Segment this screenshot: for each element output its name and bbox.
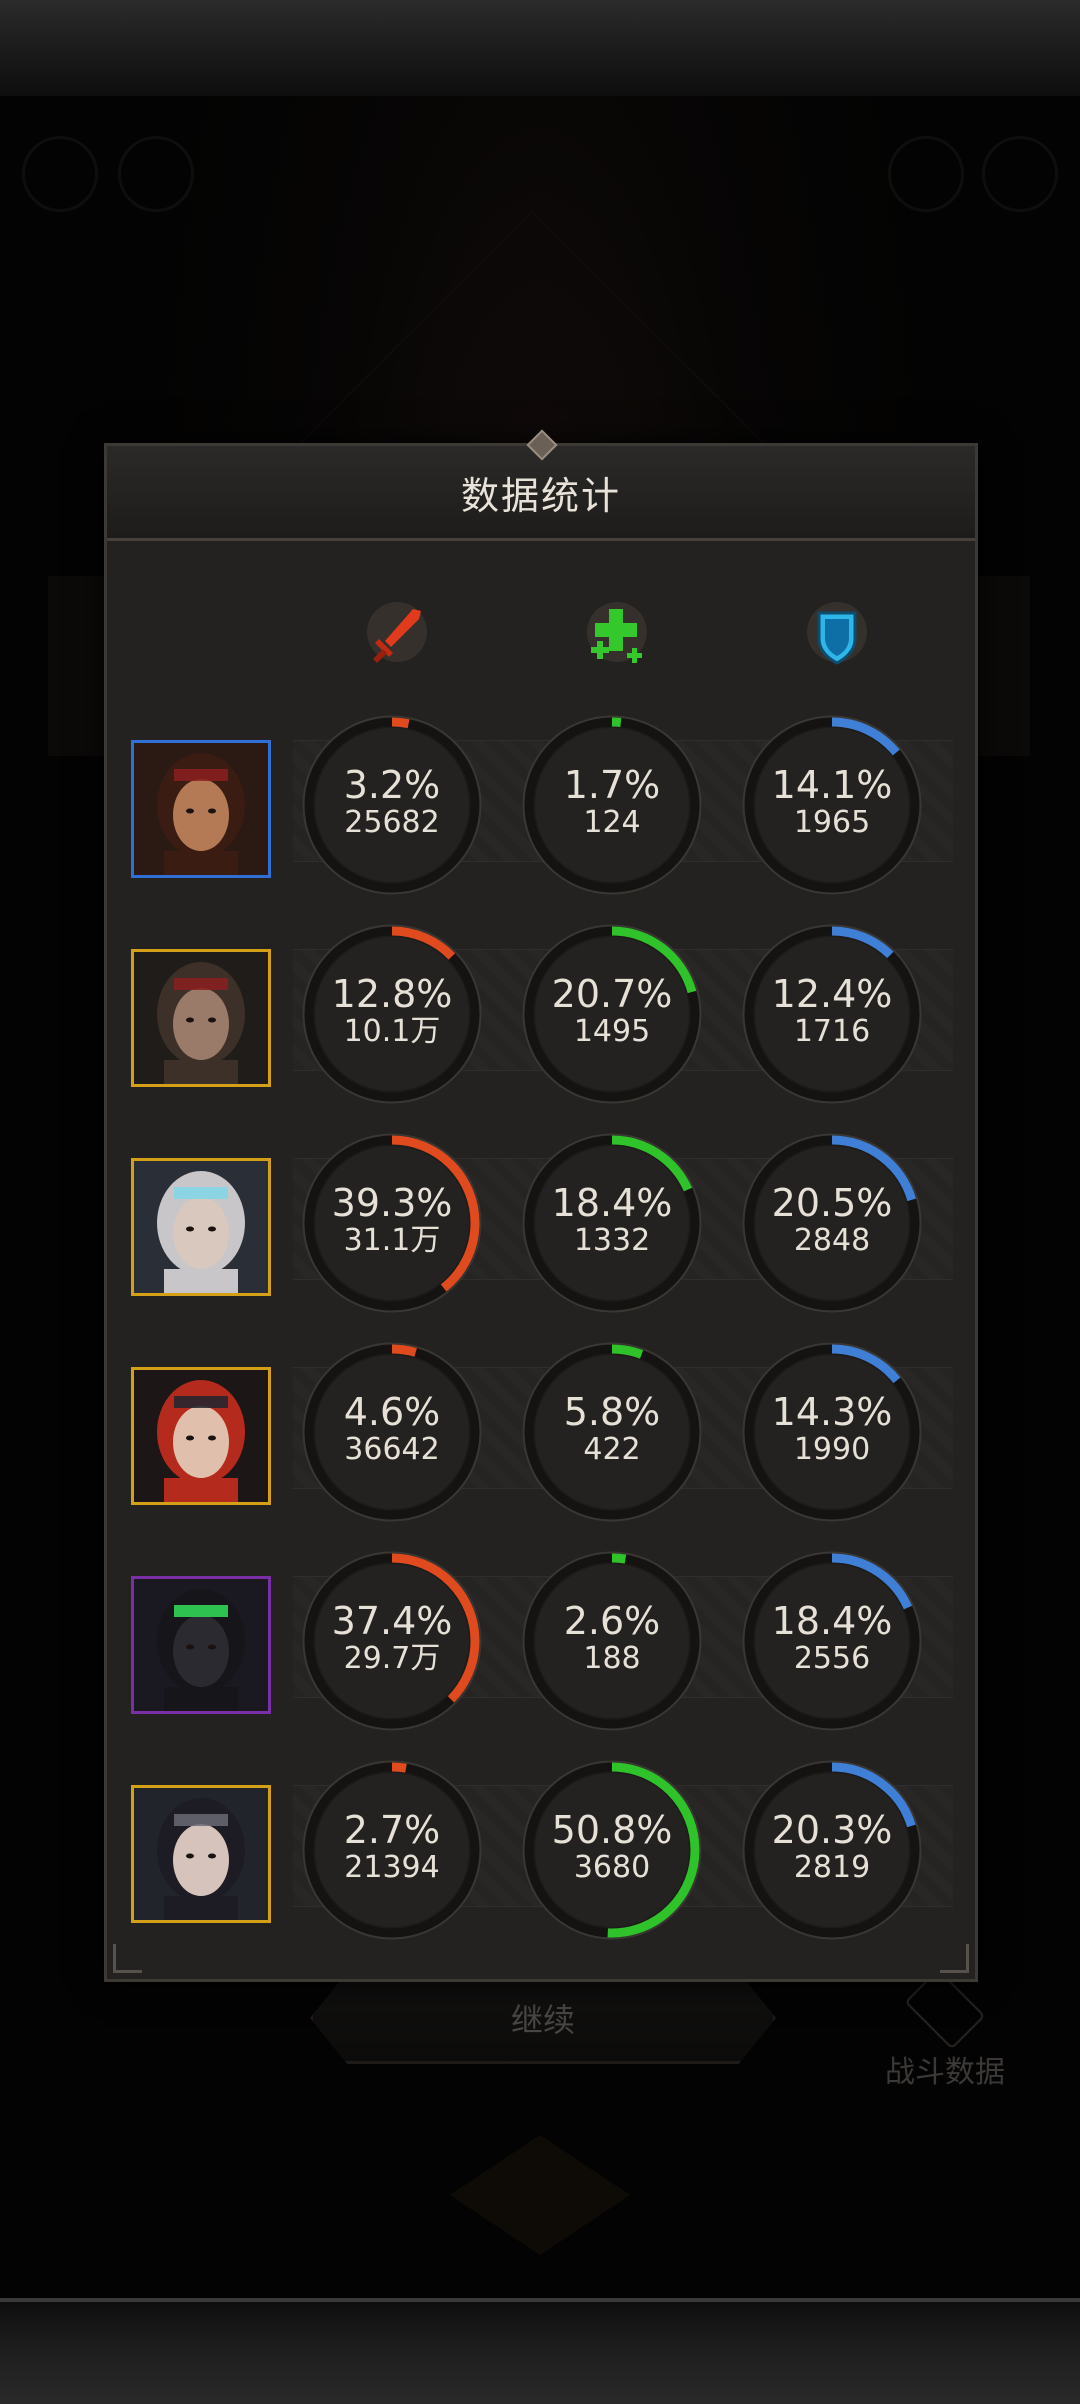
- damage-value: 29.7万: [343, 1641, 441, 1676]
- portrait-art: [134, 1161, 268, 1293]
- shield-stat-ring: 14.1% 1965: [741, 714, 923, 896]
- heal-value: 1495: [573, 1014, 651, 1049]
- hero-row: 12.8% 10.1万 20.7% 1495 12.4% 1716: [107, 923, 975, 1104]
- shield-percent: 20.3%: [771, 1808, 893, 1852]
- shield-icon: [817, 611, 857, 665]
- hero-raven-portrait[interactable]: [131, 1576, 271, 1714]
- hero-dark-hair-woman-portrait[interactable]: [131, 1785, 271, 1923]
- portrait-art: [134, 952, 268, 1084]
- shield-stat-ring: 18.4% 2556: [741, 1550, 923, 1732]
- panel-header: 数据统计: [107, 429, 975, 541]
- stats-panel: 数据统计 3.2% 25682 1.7% 124 14.1% 1965 12.8% 10.1万…: [104, 429, 978, 1982]
- damage-value: 25682: [344, 805, 440, 840]
- damage-stat-ring: 4.6% 36642: [301, 1341, 483, 1523]
- damage-column-header: [355, 598, 439, 672]
- damage-percent: 4.6%: [343, 1390, 441, 1434]
- hero-hooded-woman-portrait[interactable]: [131, 949, 271, 1087]
- damage-stat-ring: 12.8% 10.1万: [301, 923, 483, 1105]
- shield-percent: 20.5%: [771, 1181, 893, 1225]
- damage-value: 36642: [344, 1432, 440, 1467]
- damage-value: 21394: [344, 1850, 440, 1885]
- shield-value: 1990: [793, 1432, 871, 1467]
- shield-value: 2819: [793, 1850, 871, 1885]
- heal-percent: 20.7%: [551, 972, 673, 1016]
- heal-value: 1332: [573, 1223, 651, 1258]
- damage-value: 10.1万: [343, 1014, 441, 1049]
- panel-title: 数据统计: [460, 473, 621, 518]
- shield-stat-ring: 20.3% 2819: [741, 1759, 923, 1941]
- damage-stat-ring: 37.4% 29.7万: [301, 1550, 483, 1732]
- heal-value: 422: [583, 1432, 641, 1467]
- heal-percent: 50.8%: [551, 1808, 673, 1852]
- shield-stat-ring: 12.4% 1716: [741, 923, 923, 1105]
- shield-percent: 14.3%: [771, 1390, 893, 1434]
- hero-row: 4.6% 36642 5.8% 422 14.3% 1990: [107, 1341, 975, 1522]
- heal-stat-ring: 50.8% 3680: [521, 1759, 703, 1941]
- hero-row: 37.4% 29.7万 2.6% 188 18.4% 2556: [107, 1550, 975, 1731]
- shield-value: 2556: [793, 1641, 871, 1676]
- hero-row: 39.3% 31.1万 18.4% 1332 20.5% 2848: [107, 1132, 975, 1313]
- heal-stat-ring: 18.4% 1332: [521, 1132, 703, 1314]
- shield-stat-ring: 14.3% 1990: [741, 1341, 923, 1523]
- heal-stat-ring: 5.8% 422: [521, 1341, 703, 1523]
- damage-sword-icon: [373, 609, 421, 663]
- damage-stat-ring: 3.2% 25682: [301, 714, 483, 896]
- heal-percent: 2.6%: [563, 1599, 661, 1643]
- heal-value: 124: [583, 805, 641, 840]
- shield-percent: 14.1%: [771, 763, 893, 807]
- heal-stat-ring: 20.7% 1495: [521, 923, 703, 1105]
- hero-row: 2.7% 21394 50.8% 3680 20.3% 2819: [107, 1759, 975, 1940]
- bottom-frame-bar: [0, 2298, 1080, 2404]
- damage-percent: 2.7%: [343, 1808, 441, 1852]
- damage-percent: 39.3%: [331, 1181, 453, 1225]
- damage-stat-ring: 39.3% 31.1万: [301, 1132, 483, 1314]
- heal-stat-ring: 1.7% 124: [521, 714, 703, 896]
- damage-value: 31.1万: [343, 1223, 441, 1258]
- shield-value: 1716: [793, 1014, 871, 1049]
- healing-cross-icon: [591, 609, 642, 663]
- shield-value: 2848: [793, 1223, 871, 1258]
- heal-percent: 5.8%: [563, 1390, 661, 1434]
- top-frame-bar: [0, 0, 1080, 100]
- hero-bandana-man-portrait[interactable]: [131, 740, 271, 878]
- heal-stat-ring: 2.6% 188: [521, 1550, 703, 1732]
- damage-percent: 12.8%: [331, 972, 453, 1016]
- damage-percent: 3.2%: [343, 763, 441, 807]
- heal-percent: 1.7%: [563, 763, 661, 807]
- shield-percent: 12.4%: [771, 972, 893, 1016]
- shield-column-header: [795, 598, 879, 672]
- heal-value: 3680: [573, 1850, 651, 1885]
- heal-value: 188: [583, 1641, 641, 1676]
- shield-value: 1965: [793, 805, 871, 840]
- damage-stat-ring: 2.7% 21394: [301, 1759, 483, 1941]
- shield-stat-ring: 20.5% 2848: [741, 1132, 923, 1314]
- hero-silver-hair-woman-portrait[interactable]: [131, 1158, 271, 1296]
- portrait-art: [134, 1370, 268, 1502]
- heal-percent: 18.4%: [551, 1181, 673, 1225]
- shield-percent: 18.4%: [771, 1599, 893, 1643]
- portrait-art: [134, 1579, 268, 1711]
- portrait-art: [134, 1788, 268, 1920]
- heal-column-header: [575, 598, 659, 672]
- hero-red-hair-woman-portrait[interactable]: [131, 1367, 271, 1505]
- portrait-art: [134, 743, 268, 875]
- damage-percent: 37.4%: [331, 1599, 453, 1643]
- hero-row: 3.2% 25682 1.7% 124 14.1% 1965: [107, 714, 975, 895]
